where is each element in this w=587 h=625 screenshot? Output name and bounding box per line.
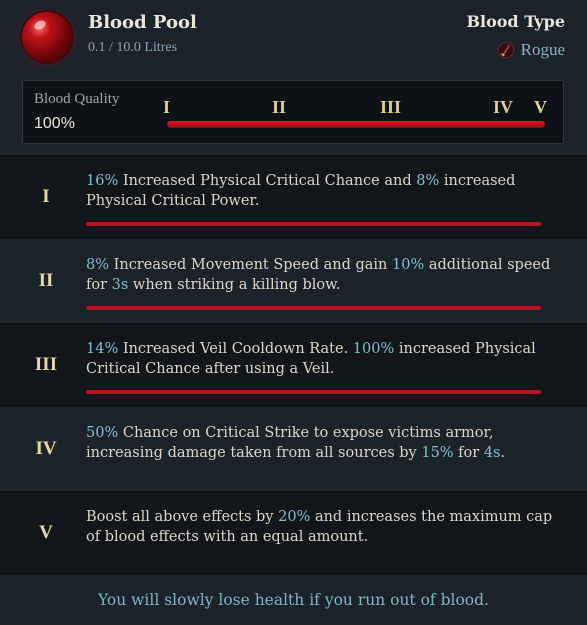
blood-type-label: Blood Type: [466, 12, 565, 31]
tier-progress-bar: [86, 222, 541, 226]
tier-numeral: IV: [35, 438, 57, 459]
blood-tier-row: III 14% Increased Veil Cooldown Rate. 100…: [0, 323, 587, 407]
tier-value: 50%: [86, 425, 119, 441]
blood-tier-row: II 8% Increased Movement Speed and gain 1…: [0, 239, 587, 323]
blood-tier-row: V Boost all above effects by 20% and incr…: [0, 491, 587, 575]
tier-description: 16% Increased Physical Critical Chance a…: [86, 171, 566, 211]
quality-tier-marker: I: [163, 97, 171, 117]
quality-tier-marker: V: [534, 97, 547, 117]
blood-pool-title: Blood Pool: [88, 12, 197, 33]
blood-type-value: Rogue: [497, 40, 565, 60]
blood-tier-row: I 16% Increased Physical Critical Chance …: [0, 155, 587, 239]
tier-description: 8% Increased Movement Speed and gain 10%…: [86, 255, 566, 295]
tier-text: Increased Movement Speed and gain: [109, 257, 392, 273]
blood-quality-value: 100%: [34, 115, 75, 132]
tier-text: when striking a killing blow.: [128, 277, 341, 293]
blood-quality-label: Blood Quality: [34, 91, 120, 107]
tier-text: .: [500, 445, 506, 461]
tier-value: 8%: [86, 257, 110, 273]
tier-numeral: V: [39, 522, 53, 543]
tier-text: Increased Veil Cooldown Rate.: [118, 341, 353, 357]
tier-value: 4s: [483, 445, 501, 461]
quality-tier-marker: II: [272, 97, 287, 117]
tier-progress-bar: [86, 306, 541, 310]
tier-value: 8%: [416, 173, 440, 189]
blood-type-name: Rogue: [520, 40, 565, 59]
tier-text: Boost all above effects by: [86, 509, 279, 525]
tier-value: 14%: [86, 341, 119, 357]
blood-pool-header: Blood Pool 0.1 / 10.0 Litres Blood Type …: [0, 0, 587, 155]
tier-description: 50% Chance on Critical Strike to expose …: [86, 423, 566, 463]
tier-progress-fill: [86, 222, 541, 226]
tier-numeral: I: [42, 186, 50, 207]
blood-quality-bar-fill: [167, 121, 545, 128]
blood-pool-amount: 0.1 / 10.0 Litres: [88, 40, 178, 55]
tier-progress-bar: [86, 390, 541, 394]
blood-warning-text: You will slowly lose health if you run o…: [98, 591, 489, 609]
tier-description: 14% Increased Veil Cooldown Rate. 100% i…: [86, 339, 566, 379]
footer: You will slowly lose health if you run o…: [0, 575, 587, 625]
blood-orb-icon: [22, 12, 72, 62]
tier-value: 100%: [352, 341, 395, 357]
tier-description: Boost all above effects by 20% and incre…: [86, 507, 566, 547]
blood-quality-panel: Blood Quality 100% I II III IV V: [22, 80, 564, 144]
tier-text: for: [453, 445, 484, 461]
tier-progress-fill: [86, 390, 541, 394]
tier-value: 10%: [392, 257, 425, 273]
quality-tier-marker: III: [380, 97, 402, 117]
tier-value: 3s: [111, 277, 129, 293]
quality-tier-marker: IV: [493, 97, 514, 117]
blood-quality-bar: [167, 121, 545, 128]
tier-numeral: III: [34, 354, 58, 375]
tier-progress-fill: [86, 306, 541, 310]
rogue-icon: [497, 41, 514, 59]
tier-text: Increased Physical Critical Chance and: [118, 173, 417, 189]
tier-value: 16%: [86, 173, 119, 189]
blood-tier-row: IV 50% Chance on Critical Strike to expos…: [0, 407, 587, 491]
tier-value: 15%: [421, 445, 454, 461]
tier-numeral: II: [38, 270, 54, 291]
tier-value: 20%: [278, 509, 311, 525]
